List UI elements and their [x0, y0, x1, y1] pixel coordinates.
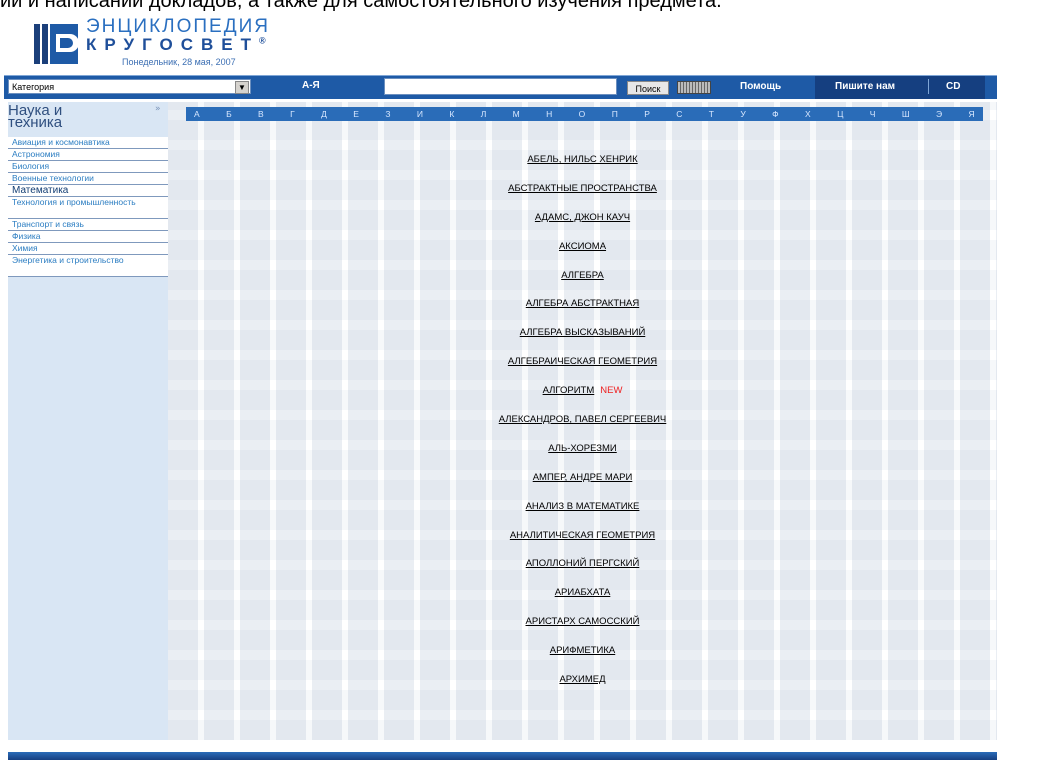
article-link[interactable]: АЛЬ-ХОРЕЗМИ: [548, 443, 617, 454]
expand-arrows-icon[interactable]: »: [155, 104, 161, 114]
virtual-keyboard-icon[interactable]: [677, 81, 711, 94]
new-badge: NEW: [600, 385, 623, 397]
article-link[interactable]: АРХИМЕД: [559, 674, 605, 685]
article-list: АБЕЛЬ, НИЛЬС ХЕНРИК АБСТРАКТНЫЕ ПРОСТРАН…: [168, 146, 997, 695]
list-item: АЛГЕБРА АБСТРАКТНАЯ: [168, 290, 997, 319]
category-select-value: Категория: [12, 82, 55, 92]
sidebar-item-transport[interactable]: Транспорт и связь: [8, 219, 168, 231]
logo-book-icon: [34, 24, 79, 64]
letter-link[interactable]: П: [612, 109, 618, 119]
list-item: АЛГЕБРАИЧЕСКАЯ ГЕОМЕТРИЯ: [168, 348, 997, 377]
article-link[interactable]: АЛГЕБРА ВЫСКАЗЫВАНИЙ: [520, 327, 646, 338]
sidebar-title-line2: техника: [8, 114, 63, 131]
sidebar-item-aviation[interactable]: Авиация и космонавтика: [8, 137, 168, 149]
list-item: АРИСТАРХ САМОССКИЙ: [168, 608, 997, 637]
list-item: АБСТРАКТНЫЕ ПРОСТРАНСТВА: [168, 175, 997, 204]
article-link[interactable]: АЛЕКСАНДРОВ, ПАВЕЛ СЕРГЕЕВИЧ: [499, 414, 667, 425]
sidebar-item-astronomy[interactable]: Астрономия: [8, 149, 168, 161]
article-link[interactable]: АДАМС, ДЖОН КАУЧ: [535, 212, 630, 223]
az-link[interactable]: А-Я: [302, 80, 320, 91]
list-item: АЛЕКСАНДРОВ, ПАВЕЛ СЕРГЕЕВИЧ: [168, 406, 997, 435]
letter-link[interactable]: Ч: [870, 109, 876, 119]
list-item: АРХИМЕД: [168, 666, 997, 695]
letter-link[interactable]: Б: [226, 109, 232, 119]
letter-link[interactable]: Г: [290, 109, 295, 119]
sidebar-item-mathematics[interactable]: Математика: [8, 185, 168, 197]
list-item: АРИФМЕТИКА: [168, 637, 997, 666]
sidebar: Наука и техника » Авиация и космонавтика…: [8, 102, 168, 740]
search-input[interactable]: [384, 78, 617, 95]
article-link[interactable]: АНАЛИЗ В МАТЕМАТИКЕ: [526, 501, 640, 512]
letter-link[interactable]: Л: [481, 109, 487, 119]
letter-link[interactable]: О: [579, 109, 586, 119]
bottom-bar: [8, 752, 997, 760]
letter-link[interactable]: Ф: [772, 109, 778, 119]
help-link[interactable]: Помощь: [740, 81, 781, 92]
list-item: АЛГЕБРА ВЫСКАЗЫВАНИЙ: [168, 319, 997, 348]
letter-link[interactable]: Х: [805, 109, 811, 119]
list-item: АЛЬ-ХОРЕЗМИ: [168, 435, 997, 464]
sidebar-title: Наука и техника: [8, 103, 63, 131]
article-link[interactable]: АЛГОРИТМ: [543, 385, 595, 396]
article-link[interactable]: АБСТРАКТНЫЕ ПРОСТРАНСТВА: [508, 183, 657, 194]
current-date: Понедельник, 28 мая, 2007: [122, 57, 236, 67]
list-item: АМПЕР, АНДРЕ МАРИ: [168, 464, 997, 493]
letter-link[interactable]: И: [417, 109, 423, 119]
article-link[interactable]: АБЕЛЬ, НИЛЬС ХЕНРИК: [527, 154, 637, 165]
write-us-link[interactable]: Пишите нам: [835, 81, 895, 92]
article-link[interactable]: АРИАБХАТА: [555, 587, 611, 598]
sidebar-item-biology[interactable]: Биология: [8, 161, 168, 173]
letter-link[interactable]: З: [385, 109, 390, 119]
sidebar-item-chemistry[interactable]: Химия: [8, 243, 168, 255]
article-link[interactable]: АЛГЕБРАИЧЕСКАЯ ГЕОМЕТРИЯ: [508, 356, 657, 367]
divider: [928, 79, 929, 94]
list-item: АЛГОРИТМ NEW: [168, 377, 997, 406]
letter-link[interactable]: Т: [709, 109, 714, 119]
letter-link[interactable]: М: [513, 109, 520, 119]
sidebar-item-energy[interactable]: Энергетика и строительство: [8, 255, 168, 277]
list-item: АПОЛЛОНИЙ ПЕРГСКИЙ: [168, 550, 997, 579]
letter-link[interactable]: Ц: [837, 109, 843, 119]
search-button[interactable]: Поиск: [627, 81, 669, 95]
site-logo[interactable]: ЭНЦИКЛОПЕДИЯ КРУГОСВЕТ® Понедельник, 28 …: [34, 14, 434, 70]
letter-link[interactable]: В: [258, 109, 264, 119]
letter-link[interactable]: Э: [936, 109, 942, 119]
letter-link[interactable]: Ш: [902, 109, 910, 119]
list-item: АНАЛИТИЧЕСКАЯ ГЕОМЕТРИЯ: [168, 522, 997, 551]
letter-link[interactable]: С: [676, 109, 682, 119]
contact-box: Пишите нам CD: [815, 76, 985, 99]
letter-link[interactable]: А: [194, 109, 200, 119]
letter-link[interactable]: Е: [353, 109, 359, 119]
letter-link[interactable]: Р: [644, 109, 650, 119]
logo-subtitle: КРУГОСВЕТ®: [86, 35, 266, 54]
alphabet-bar: А Б В Г Д Е З И К Л М Н О П Р С Т У Ф Х …: [186, 107, 983, 121]
sidebar-item-technology[interactable]: Технология и промышленность: [8, 197, 168, 219]
article-link[interactable]: АПОЛЛОНИЙ ПЕРГСКИЙ: [526, 558, 640, 569]
sidebar-item-physics[interactable]: Физика: [8, 231, 168, 243]
letter-link[interactable]: К: [449, 109, 454, 119]
sidebar-list: Авиация и космонавтика Астрономия Биолог…: [8, 137, 168, 277]
cd-link[interactable]: CD: [946, 81, 960, 92]
letter-link[interactable]: Н: [546, 109, 552, 119]
category-select[interactable]: Категория ▼: [8, 79, 251, 94]
list-item: АНАЛИЗ В МАТЕМАТИКЕ: [168, 493, 997, 522]
list-item: АДАМС, ДЖОН КАУЧ: [168, 204, 997, 233]
chevron-down-icon[interactable]: ▼: [235, 81, 249, 94]
letter-link[interactable]: Д: [321, 109, 327, 119]
list-item: АКСИОМА: [168, 233, 997, 262]
article-link[interactable]: АРИСТАРХ САМОССКИЙ: [526, 616, 640, 627]
list-item: АРИАБХАТА: [168, 579, 997, 608]
article-link[interactable]: АКСИОМА: [559, 241, 606, 252]
article-link[interactable]: АМПЕР, АНДРЕ МАРИ: [533, 472, 633, 483]
letter-link[interactable]: Я: [969, 109, 975, 119]
top-toolbar: Категория ▼ А-Я Поиск Помощь Пишите нам …: [4, 75, 997, 99]
sidebar-item-military[interactable]: Военные технологии: [8, 173, 168, 185]
list-item: АБЕЛЬ, НИЛЬС ХЕНРИК: [168, 146, 997, 175]
article-link[interactable]: АЛГЕБРА: [561, 270, 604, 281]
article-link[interactable]: АЛГЕБРА АБСТРАКТНАЯ: [526, 298, 639, 309]
article-link[interactable]: АРИФМЕТИКА: [550, 645, 615, 656]
letter-link[interactable]: У: [740, 109, 745, 119]
list-item: АЛГЕБРА: [168, 262, 997, 291]
article-link[interactable]: АНАЛИТИЧЕСКАЯ ГЕОМЕТРИЯ: [510, 530, 655, 541]
